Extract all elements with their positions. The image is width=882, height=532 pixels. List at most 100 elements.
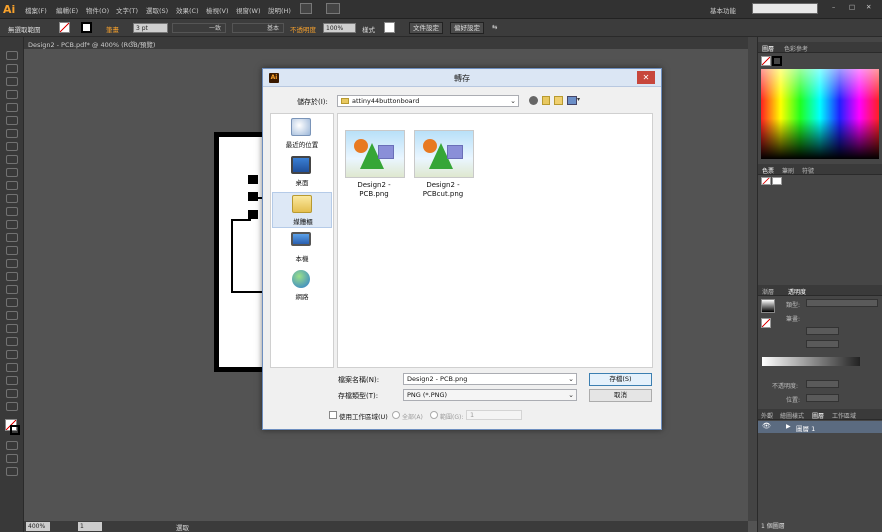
stroke-weight-input[interactable]: 3 pt — [133, 23, 168, 33]
tab-brushes[interactable]: 筆刷 — [782, 166, 794, 175]
place-recent[interactable]: 最近的位置 — [272, 116, 332, 152]
file-list[interactable]: Design2 - PCB.png Design2 - PCBcut.png — [337, 113, 653, 368]
type-tool-icon[interactable] — [6, 116, 18, 125]
hand-tool-icon[interactable] — [6, 389, 18, 398]
gradient-aspect-input[interactable] — [806, 340, 839, 348]
drawing-mode-icon[interactable] — [6, 454, 18, 463]
width-tool-icon[interactable] — [6, 233, 18, 242]
tab-appearance[interactable]: 外觀 — [761, 411, 773, 420]
menu-help[interactable]: 說明(H) — [268, 5, 291, 15]
column-graph-tool-icon[interactable] — [6, 350, 18, 359]
rotate-tool-icon[interactable] — [6, 207, 18, 216]
graphic-style-swatch[interactable] — [384, 22, 395, 33]
free-transform-tool-icon[interactable] — [6, 246, 18, 255]
gradient-slider[interactable] — [762, 357, 860, 366]
menu-effect[interactable]: 效果(C) — [176, 5, 199, 15]
tab-artboards[interactable]: 工作區域 — [832, 411, 856, 420]
color-spectrum[interactable] — [761, 69, 879, 159]
menu-type[interactable]: 文字(T) — [116, 5, 138, 15]
artboard-tool-icon[interactable] — [6, 363, 18, 372]
document-setup-button[interactable]: 文件設定 — [409, 22, 443, 34]
maximize-icon[interactable]: □ — [849, 3, 855, 11]
stroke-color-icon[interactable] — [10, 425, 20, 435]
shape-builder-tool-icon[interactable] — [6, 259, 18, 268]
tab-graphic-styles[interactable]: 繪圖樣式 — [780, 411, 804, 420]
artboard-navigator[interactable]: 1 — [78, 522, 102, 531]
layer-row[interactable]: 👁 ▶ 圖層 1 — [758, 421, 882, 433]
gradient-type-select[interactable] — [806, 299, 878, 307]
zoom-select[interactable]: 400% — [26, 522, 50, 531]
filename-input[interactable]: Design2 - PCB.png ⌄ — [403, 373, 577, 385]
stroke-swatch[interactable] — [81, 22, 92, 33]
use-artboards-checkbox[interactable] — [329, 411, 337, 419]
close-icon[interactable]: ✕ — [866, 3, 871, 11]
tab-symbols[interactable]: 符號 — [802, 166, 814, 175]
tab-color-guide[interactable]: 色彩參考 — [784, 44, 808, 53]
line-tool-icon[interactable] — [6, 129, 18, 138]
filetype-select[interactable]: PNG (*.PNG) ⌄ — [403, 389, 577, 401]
perspective-grid-tool-icon[interactable] — [6, 272, 18, 281]
close-document-icon[interactable]: ✕ — [130, 39, 135, 47]
menu-select[interactable]: 選取(S) — [146, 5, 168, 15]
variable-width-profile[interactable]: 一致 — [172, 23, 226, 33]
symbol-sprayer-tool-icon[interactable] — [6, 337, 18, 346]
menu-file[interactable]: 檔案(F) — [25, 5, 47, 15]
vertical-scrollbar[interactable] — [748, 37, 757, 521]
dialog-close-button[interactable]: ✕ — [637, 71, 655, 84]
save-in-select[interactable]: attiny44buttonboard ⌄ — [337, 95, 519, 107]
arrange-icon[interactable]: ⇆ — [492, 23, 497, 31]
up-folder-icon[interactable] — [542, 96, 550, 105]
tab-swatches[interactable]: 色票 — [762, 166, 774, 175]
brush-definition[interactable]: 基本 — [232, 23, 284, 33]
expand-layer-icon[interactable]: ▶ — [786, 423, 791, 430]
new-folder-icon[interactable] — [554, 96, 563, 105]
visibility-eye-icon[interactable]: 👁 — [762, 422, 771, 430]
minimize-icon[interactable]: – — [832, 3, 835, 11]
color-mode-icon[interactable] — [6, 441, 18, 450]
pen-tool-icon[interactable] — [6, 103, 18, 112]
pencil-tool-icon[interactable] — [6, 168, 18, 177]
white-swatch[interactable] — [772, 177, 782, 185]
gradient-thumbnail[interactable] — [761, 299, 775, 313]
screen-mode-icon[interactable] — [6, 467, 18, 476]
bridge-icon[interactable] — [300, 3, 312, 14]
scale-tool-icon[interactable] — [6, 220, 18, 229]
magic-wand-tool-icon[interactable] — [6, 77, 18, 86]
menu-edit[interactable]: 編輯(E) — [56, 5, 78, 15]
blend-tool-icon[interactable] — [6, 324, 18, 333]
none-swatch[interactable] — [761, 177, 771, 185]
place-computer[interactable]: 本機 — [272, 230, 332, 266]
view-menu-icon[interactable] — [567, 96, 577, 105]
range-radio[interactable] — [430, 411, 438, 419]
view-menu-chevron-icon[interactable]: ▾ — [577, 96, 580, 103]
file-item[interactable]: Design2 - PCBcut.png — [411, 128, 475, 208]
fill-swatch[interactable] — [59, 22, 70, 33]
range-input[interactable]: 1 — [466, 410, 522, 420]
workspace-switcher[interactable]: 基本功能 — [710, 5, 736, 15]
file-item[interactable]: Design2 - PCB.png — [342, 128, 406, 208]
eyedropper-tool-icon[interactable] — [6, 311, 18, 320]
slice-tool-icon[interactable] — [6, 376, 18, 385]
menu-object[interactable]: 物件(O) — [86, 5, 109, 15]
tab-color[interactable]: 圖層 — [762, 44, 774, 53]
cancel-button[interactable]: 取消 — [589, 389, 652, 402]
zoom-tool-icon[interactable] — [6, 402, 18, 411]
document-tab[interactable]: Design2 - PCB.pdf* @ 400% (RGB/預覽) ✕ — [24, 37, 750, 49]
color-stroke-proxy-icon[interactable] — [772, 56, 782, 66]
color-fill-proxy-icon[interactable] — [761, 56, 771, 66]
place-network[interactable]: 網路 — [272, 268, 332, 304]
save-button[interactable]: 存檔(S) — [589, 373, 652, 386]
search-input[interactable] — [752, 3, 818, 14]
lasso-tool-icon[interactable] — [6, 90, 18, 99]
mesh-tool-icon[interactable] — [6, 285, 18, 294]
rectangle-tool-icon[interactable] — [6, 142, 18, 151]
direct-selection-tool-icon[interactable] — [6, 64, 18, 73]
opacity-input[interactable]: 100% — [323, 23, 356, 33]
place-libraries[interactable]: 媒體櫃 — [272, 192, 332, 228]
gradient-fill-proxy-icon[interactable] — [761, 318, 771, 328]
menu-view[interactable]: 檢視(V) — [206, 5, 229, 15]
layer-name[interactable]: 圖層 1 — [796, 423, 815, 433]
eraser-tool-icon[interactable] — [6, 194, 18, 203]
tab-gradient[interactable]: 漸層 — [762, 287, 774, 296]
gradient-angle-input[interactable] — [806, 327, 839, 335]
